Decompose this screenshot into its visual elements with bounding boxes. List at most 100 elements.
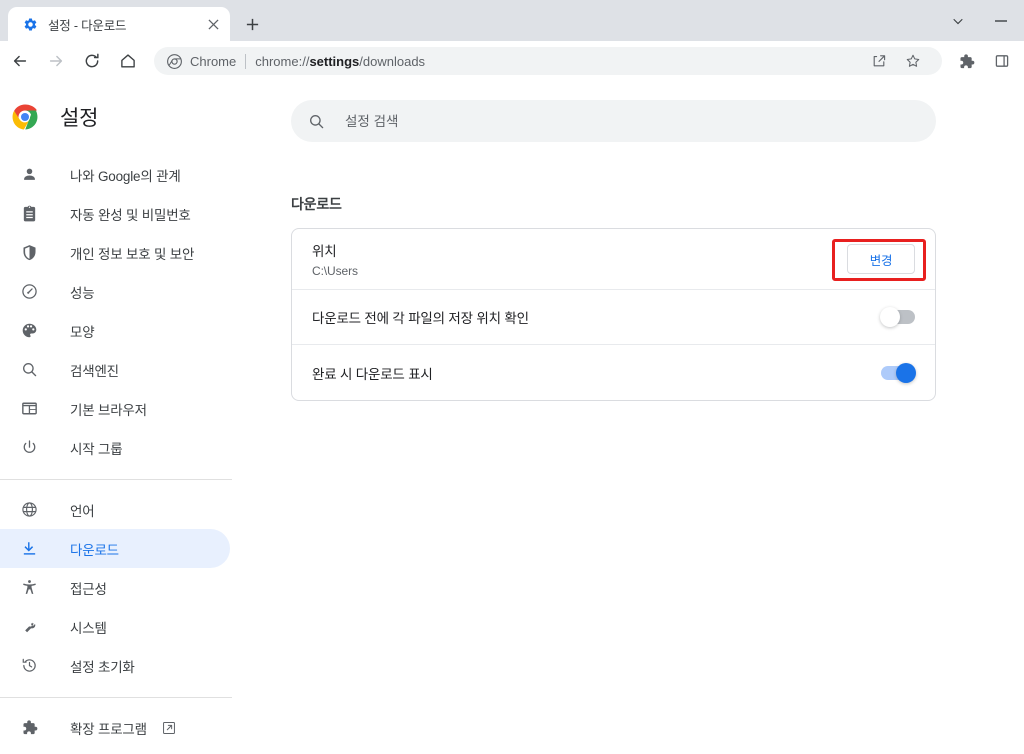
sidebar-item-system[interactable]: 시스템 bbox=[0, 607, 230, 646]
sidebar-item-default-browser[interactable]: 기본 브라우저 bbox=[0, 389, 230, 428]
sidebar-item-languages[interactable]: 언어 bbox=[0, 490, 230, 529]
address-bar[interactable]: Chrome chrome://settings/downloads bbox=[154, 47, 942, 75]
omnibox-chip-label: Chrome bbox=[190, 53, 237, 69]
sidebar-item-privacy-security[interactable]: 개인 정보 보호 및 보안 bbox=[0, 233, 230, 272]
row-text-block: 다운로드 전에 각 파일의 저장 위치 확인 bbox=[312, 298, 881, 336]
sidebar-item-on-startup[interactable]: 시작 그룹 bbox=[0, 428, 230, 467]
sidebar-item-about-chrome[interactable]: Chrome 정보 bbox=[0, 747, 230, 754]
change-location-button[interactable]: 변경 bbox=[847, 244, 915, 274]
sidebar-item-downloads[interactable]: 다운로드 bbox=[0, 529, 230, 568]
chrome-logo-icon bbox=[12, 104, 38, 130]
sidebar-item-label: 자동 완성 및 비밀번호 bbox=[70, 207, 191, 223]
globe-icon bbox=[19, 500, 39, 520]
window-controls bbox=[938, 0, 1024, 41]
reload-icon[interactable] bbox=[77, 46, 107, 76]
settings-gear-icon bbox=[22, 16, 38, 32]
accessibility-icon bbox=[19, 578, 39, 598]
row-sublabel: C:\Users bbox=[312, 264, 358, 278]
sidebar-item-label: 확장 프로그램 bbox=[70, 721, 147, 737]
row-label: 완료 시 다운로드 표시 bbox=[312, 366, 433, 382]
sidebar-item-label: 성능 bbox=[70, 285, 95, 301]
sidebar-item-extensions[interactable]: 확장 프로그램 bbox=[0, 708, 230, 747]
search-icon bbox=[307, 112, 325, 130]
url-bold-part: settings bbox=[309, 53, 360, 69]
settings-content: 다운로드 위치 C:\Users 변경 다운로드 전에 각 파일의 저장 위치 … bbox=[278, 81, 1024, 754]
puzzle-icon bbox=[19, 718, 39, 738]
close-icon[interactable] bbox=[205, 16, 222, 33]
table-row: 위치 C:\Users 변경 bbox=[292, 229, 935, 290]
search-input[interactable] bbox=[345, 113, 920, 129]
arrow-forward-icon[interactable] bbox=[41, 46, 71, 76]
sidebar-item-label: 시작 그룹 bbox=[70, 441, 123, 457]
new-tab-button[interactable] bbox=[238, 10, 266, 38]
sidebar-item-search-engine[interactable]: 검색엔진 bbox=[0, 350, 230, 389]
browser-window-icon bbox=[19, 399, 39, 419]
person-icon bbox=[19, 165, 39, 185]
browser-tab[interactable]: 설정 - 다운로드 bbox=[8, 7, 230, 41]
sidebar-group-advanced: 언어 다운로드 접근성 시스템 설정 초기화 bbox=[0, 490, 278, 685]
omnibox-url: chrome://settings/downloads bbox=[255, 54, 425, 69]
sidebar-item-label: 검색엔진 bbox=[70, 363, 119, 379]
home-icon[interactable] bbox=[113, 46, 143, 76]
palette-icon bbox=[19, 321, 39, 341]
show-downloads-when-done-toggle[interactable] bbox=[881, 362, 916, 383]
url-prefix: chrome:// bbox=[255, 53, 310, 69]
sidebar-item-performance[interactable]: 성능 bbox=[0, 272, 230, 311]
ask-where-to-save-toggle[interactable] bbox=[880, 307, 915, 327]
minimize-button[interactable] bbox=[978, 4, 1024, 38]
share-icon[interactable] bbox=[864, 46, 894, 76]
chevron-down-icon[interactable] bbox=[938, 4, 978, 38]
search-icon bbox=[19, 360, 39, 380]
settings-sidebar: 설정 나와 Google의 관계 자동 완성 및 비밀번호 개인 정보 보호 및… bbox=[0, 81, 278, 754]
sidebar-item-you-and-google[interactable]: 나와 Google의 관계 bbox=[0, 155, 230, 194]
toggle-knob bbox=[896, 362, 916, 383]
download-icon bbox=[19, 539, 39, 559]
shield-icon bbox=[19, 243, 39, 263]
sidebar-item-accessibility[interactable]: 접근성 bbox=[0, 568, 230, 607]
wrench-icon bbox=[19, 617, 39, 637]
sidebar-item-label: 다운로드 bbox=[70, 542, 119, 558]
sidebar-divider-1 bbox=[0, 479, 232, 480]
sidebar-item-label: 개인 정보 보호 및 보안 bbox=[70, 246, 195, 262]
tab-title: 설정 - 다운로드 bbox=[48, 18, 127, 33]
omnibox-separator bbox=[245, 53, 247, 69]
settings-search-box[interactable] bbox=[291, 100, 936, 142]
speedometer-icon bbox=[19, 282, 39, 302]
sidebar-item-label: 기본 브라우저 bbox=[70, 402, 147, 418]
sidebar-item-appearance[interactable]: 모양 bbox=[0, 311, 230, 350]
table-row: 완료 시 다운로드 표시 bbox=[292, 345, 935, 400]
row-label: 위치 bbox=[312, 244, 337, 259]
search-area bbox=[278, 81, 1024, 142]
omnibox-actions bbox=[862, 46, 930, 76]
sidebar-divider-2 bbox=[0, 697, 232, 698]
arrow-back-icon[interactable] bbox=[5, 46, 35, 76]
sidebar-group-primary: 나와 Google의 관계 자동 완성 및 비밀번호 개인 정보 보호 및 보안… bbox=[0, 155, 278, 467]
row-text-block: 완료 시 다운로드 표시 bbox=[312, 354, 881, 392]
settings-brand: 설정 bbox=[0, 89, 278, 145]
page-title: 설정 bbox=[60, 107, 99, 130]
sidebar-group-footer: 확장 프로그램 bbox=[0, 708, 278, 754]
side-panel-icon[interactable] bbox=[987, 46, 1017, 76]
url-suffix: /downloads bbox=[359, 53, 426, 69]
clipboard-icon bbox=[19, 204, 39, 224]
table-row: 다운로드 전에 각 파일의 저장 위치 확인 bbox=[292, 290, 935, 345]
row-label: 다운로드 전에 각 파일의 저장 위치 확인 bbox=[312, 311, 529, 326]
star-icon[interactable] bbox=[898, 46, 928, 76]
restore-icon bbox=[19, 656, 39, 676]
puzzle-icon[interactable] bbox=[951, 46, 981, 76]
sidebar-item-label: 접근성 bbox=[70, 581, 107, 597]
sidebar-item-label: 모양 bbox=[70, 324, 95, 340]
sidebar-item-label: 시스템 bbox=[70, 620, 107, 636]
sidebar-item-autofill[interactable]: 자동 완성 및 비밀번호 bbox=[0, 194, 230, 233]
power-icon bbox=[19, 438, 39, 458]
chrome-logo-icon bbox=[166, 53, 182, 69]
tab-strip: 설정 - 다운로드 bbox=[0, 0, 1024, 41]
settings-page: 설정 나와 Google의 관계 자동 완성 및 비밀번호 개인 정보 보호 및… bbox=[0, 81, 1024, 754]
toggle-knob bbox=[880, 307, 900, 327]
browser-toolbar: Chrome chrome://settings/downloads bbox=[0, 41, 1024, 81]
sidebar-item-reset-settings[interactable]: 설정 초기화 bbox=[0, 646, 230, 685]
external-link-icon bbox=[161, 720, 177, 736]
sidebar-item-label: 언어 bbox=[70, 503, 95, 519]
downloads-settings-card: 위치 C:\Users 변경 다운로드 전에 각 파일의 저장 위치 확인 완료… bbox=[291, 228, 936, 401]
sidebar-item-label: 나와 Google의 관계 bbox=[70, 168, 181, 184]
